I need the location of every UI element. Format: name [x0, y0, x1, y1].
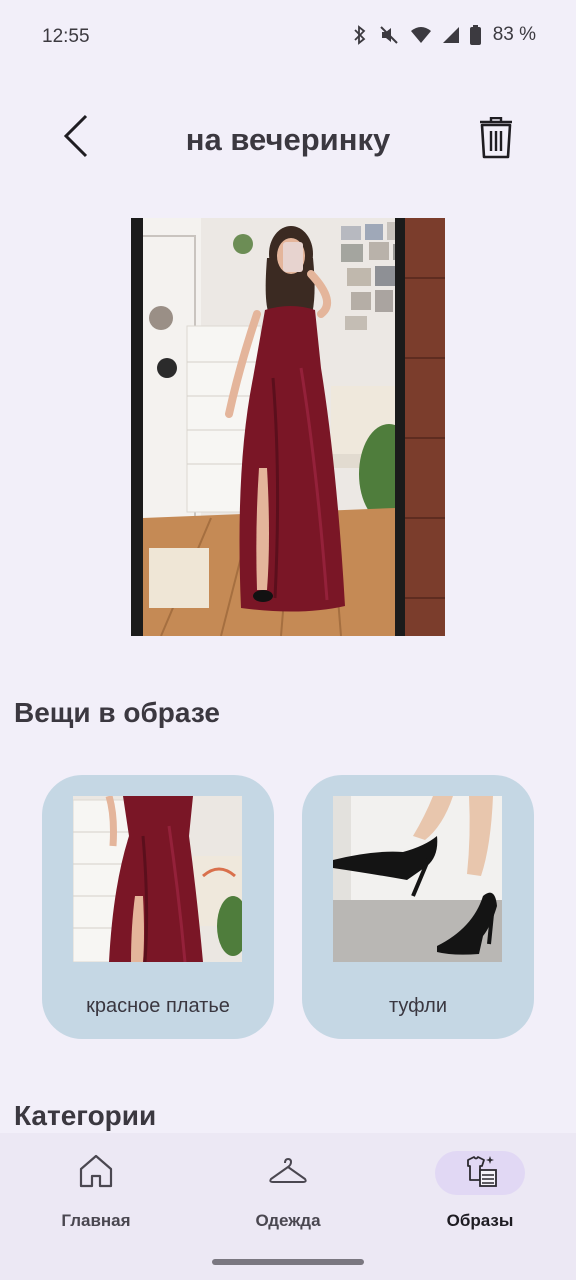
item-label: туфли: [388, 995, 448, 1017]
item-card-shoes[interactable]: туфли: [302, 775, 534, 1039]
home-icon: [78, 1154, 114, 1193]
hanger-icon: [269, 1157, 307, 1190]
signal-icon: [442, 26, 460, 44]
shoes-photo: [333, 796, 502, 962]
bluetooth-icon: [352, 25, 368, 45]
nav-item-home[interactable]: Главная: [21, 1151, 171, 1241]
app-header: на вечеринку: [0, 100, 576, 180]
item-card-red-dress[interactable]: красное платье: [42, 775, 274, 1039]
dress-photo: [73, 796, 242, 962]
home-indicator[interactable]: [212, 1259, 364, 1265]
status-bar: 12:55 83 %: [0, 0, 576, 72]
status-icons: 83 %: [352, 24, 536, 46]
nav-icon-container: [243, 1151, 333, 1195]
outfit-photo: [131, 218, 445, 636]
nav-icon-container-active: [435, 1151, 525, 1195]
nav-icon-container: [51, 1151, 141, 1195]
item-label: красное платье: [86, 995, 230, 1017]
battery-percent: 83 %: [492, 24, 536, 45]
nav-item-clothes[interactable]: Одежда: [213, 1151, 363, 1241]
outfit-detail-screen: 12:55 83 % на вечеринку Вещи в образе кр…: [0, 0, 576, 1280]
nav-label: Главная: [61, 1211, 131, 1230]
mute-icon: [378, 25, 400, 45]
status-time: 12:55: [42, 26, 90, 47]
nav-label: Образы: [446, 1211, 514, 1230]
battery-icon: [469, 25, 481, 45]
delete-button[interactable]: [474, 116, 518, 164]
bottom-navigation: Главная Одежда Образы: [0, 1133, 576, 1280]
categories-section-title: Категории: [14, 1100, 157, 1131]
items-section-title: Вещи в образе: [14, 697, 220, 728]
wifi-icon: [410, 26, 432, 44]
trash-icon: [479, 116, 513, 164]
nav-label: Одежда: [255, 1211, 321, 1230]
outfits-icon: [462, 1154, 498, 1193]
nav-item-outfits[interactable]: Образы: [405, 1151, 555, 1241]
